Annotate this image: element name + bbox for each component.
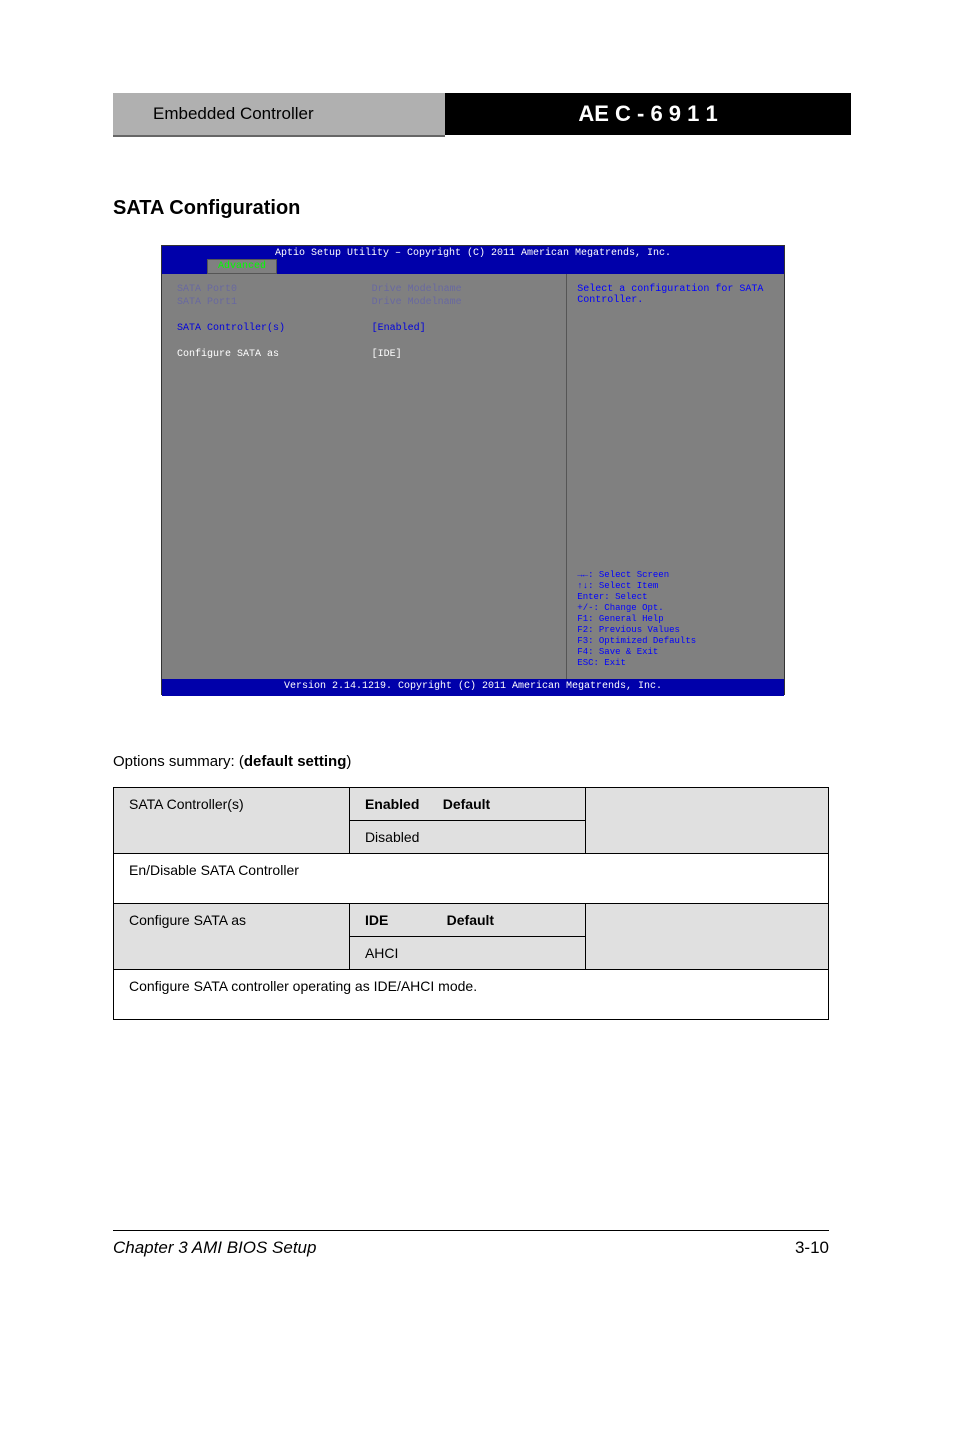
footer-divider [113, 1230, 829, 1231]
bios-title-text: Aptio Setup Utility – Copyright (C) 2011… [162, 248, 784, 259]
bios-screenshot: Aptio Setup Utility – Copyright (C) 2011… [161, 245, 785, 695]
table-row: Configure SATA controller operating as I… [114, 970, 829, 1020]
options-summary-label: Options summary: (default setting) [113, 753, 351, 770]
bios-key-legend: →←: Select Screen ↑↓: Select Item Enter:… [577, 570, 774, 669]
bios-value: [IDE] [372, 349, 402, 360]
bios-spacer [177, 310, 551, 321]
bios-title: Aptio Setup Utility – Copyright (C) 2011… [162, 246, 784, 274]
bios-tab-advanced[interactable]: Advanced [207, 259, 277, 274]
bios-key: →←: Select Screen [577, 570, 774, 580]
option-description: En/Disable SATA Controller [114, 854, 829, 904]
option-value-cell: Disabled [349, 821, 585, 854]
bios-row: SATA Port0 Drive Modelname [177, 284, 551, 295]
bios-main-area: SATA Port0 Drive Modelname SATA Port1 Dr… [162, 274, 784, 679]
bios-value: Drive Modelname [372, 297, 462, 308]
table-row: Configure SATA as IDE Default [114, 904, 829, 937]
option-blank-cell [585, 904, 828, 970]
option-default-label: Default [443, 796, 490, 812]
bios-label: Configure SATA as [177, 349, 372, 360]
option-value-cell: Enabled Default [349, 788, 585, 821]
option-value-cell: AHCI [349, 937, 585, 970]
bios-key: F4: Save & Exit [577, 647, 774, 657]
option-default-label: Default [447, 912, 494, 928]
option-value-cell: IDE Default [349, 904, 585, 937]
bios-value: Drive Modelname [372, 284, 462, 295]
option-value-bold: Enabled [365, 796, 419, 812]
option-description: Configure SATA controller operating as I… [114, 970, 829, 1020]
bios-row-configure-sata[interactable]: Configure SATA as [IDE] [177, 349, 551, 360]
option-name-cell: SATA Controller(s) [114, 788, 350, 854]
header-right-label: AE C - 6 9 1 1 [445, 93, 851, 137]
page-number: 3-10 [795, 1238, 829, 1258]
bios-value: [Enabled] [372, 323, 426, 334]
section-title: SATA Configuration [113, 197, 300, 220]
bios-label: SATA Controller(s) [177, 323, 372, 334]
page-header: Embedded Controller AE C - 6 9 1 1 [113, 93, 851, 137]
bios-label: SATA Port0 [177, 284, 372, 295]
bios-key: Enter: Select [577, 592, 774, 602]
chapter-label: Chapter 3 AMI BIOS Setup [113, 1238, 316, 1258]
bios-right-panel: Select a configuration for SATA Controll… [566, 274, 784, 679]
bios-row: SATA Port1 Drive Modelname [177, 297, 551, 308]
bios-tab-row: Advanced [162, 259, 784, 274]
options-table: SATA Controller(s) Enabled Default Disab… [113, 787, 829, 1020]
option-value-bold: IDE [365, 912, 388, 928]
bios-spacer [177, 336, 551, 347]
bios-help-text: Select a configuration for SATA Controll… [577, 284, 774, 306]
bios-key: +/-: Change Opt. [577, 603, 774, 613]
option-name-cell: Configure SATA as [114, 904, 350, 970]
bios-left-panel: SATA Port0 Drive Modelname SATA Port1 Dr… [162, 274, 566, 679]
bios-footer: Version 2.14.1219. Copyright (C) 2011 Am… [162, 679, 784, 696]
header-left-label: Embedded Controller [113, 93, 445, 137]
bios-label: SATA Port1 [177, 297, 372, 308]
bios-key: F1: General Help [577, 614, 774, 624]
bios-row-sata-controller[interactable]: SATA Controller(s) [Enabled] [177, 323, 551, 334]
bios-key: F3: Optimized Defaults [577, 636, 774, 646]
bios-key: F2: Previous Values [577, 625, 774, 635]
bios-key: ↑↓: Select Item [577, 581, 774, 591]
bios-key: ESC: Exit [577, 658, 774, 668]
option-blank-cell [585, 788, 828, 854]
table-row: SATA Controller(s) Enabled Default [114, 788, 829, 821]
table-row: En/Disable SATA Controller [114, 854, 829, 904]
